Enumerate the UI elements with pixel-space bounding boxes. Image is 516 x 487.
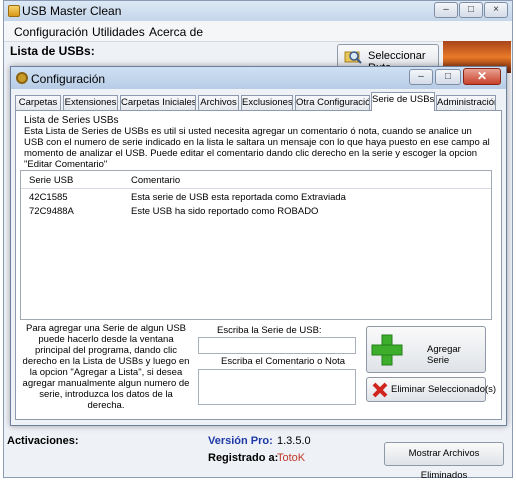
menu-acerca-de[interactable]: Acerca de [149,25,203,39]
delete-selected-label: Eliminar Seleccionado(s) [391,384,497,395]
tab-carpetas[interactable]: Carpetas [15,95,61,110]
tab-serie-de-usbs[interactable]: Serie de USBs [371,92,435,111]
menu-configuracion[interactable]: Configuración [14,25,88,39]
registered-value: TotoK [277,452,306,464]
tab-archivos[interactable]: Archivos [198,95,239,110]
main-titlebar: USB Master Clean – □ × [4,1,512,21]
minimize-button[interactable]: – [434,2,458,18]
description-text: Esta Lista de Series de USBs es util si … [24,126,490,170]
tab-extensiones[interactable]: Extensiones [63,95,118,110]
list-item[interactable]: 72C9488A Este USB ha sido reportado como… [23,206,483,219]
group-label: Lista de Series USBs [24,115,119,126]
list-header: Serie USB Comentario [21,171,491,189]
delete-x-icon [372,382,388,398]
menubar: Configuración Utilidades Acerca de [4,21,512,42]
dialog-maximize-button[interactable]: □ [435,69,461,85]
window-title: USB Master Clean [22,4,122,18]
dialog-title: Configuración [31,72,106,86]
comment-field[interactable] [198,369,356,405]
maximize-button[interactable]: □ [459,2,483,18]
column-header-serial[interactable]: Serie USB [29,175,73,186]
menu-utilidades[interactable]: Utilidades [92,25,145,39]
dialog-titlebar: Configuración – □ ✕ [11,67,506,89]
usb-icon [8,5,20,17]
add-serial-button[interactable]: Agregar Serie [366,326,486,373]
comment-field-label: Escriba el Comentario o Nota [221,356,346,367]
delete-selected-button[interactable]: Eliminar Seleccionado(s) [366,377,496,402]
close-button[interactable]: × [484,2,508,18]
plus-icon [371,334,403,366]
list-item-comment: Esta serie de USB esta reportada como Ex… [131,192,346,203]
list-item-serial: 42C1585 [29,192,68,203]
dialog-minimize-button[interactable]: – [409,69,433,85]
show-deleted-files-button[interactable]: Mostrar Archivos Eliminados [384,442,504,481]
registered-label: Registrado a: [208,452,279,464]
tab-otra-configuracion[interactable]: Otra Configuración [295,95,370,110]
select-path-button[interactable]: Seleccionar Ruta [337,44,439,74]
tab-exclusiones[interactable]: Exclusiones [241,95,293,110]
configuration-dialog: Configuración – □ ✕ Carpetas Extensiones… [10,66,507,426]
search-folder-icon [344,51,362,64]
list-item[interactable]: 42C1585 Esta serie de USB esta reportada… [23,192,483,205]
serial-field[interactable] [198,337,356,354]
activations-label: Activaciones: [7,435,79,447]
column-header-comment[interactable]: Comentario [131,175,180,186]
list-item-comment: Este USB ha sido reportado como ROBADO [131,206,319,217]
serial-list[interactable]: Serie USB Comentario 42C1585 Esta serie … [20,170,492,320]
serial-field-label: Escriba la Serie de USB: [217,325,322,336]
serie-usbs-panel: Lista de Series USBs Esta Lista de Serie… [15,110,502,420]
version-value: 1.3.5.0 [277,435,311,447]
version-label: Versión Pro: [208,435,273,447]
dialog-close-button[interactable]: ✕ [463,68,501,85]
help-text: Para agregar una Serie de algun USB pued… [22,323,190,411]
add-serial-label: Agregar Serie [427,344,461,366]
list-item-serial: 72C9488A [29,206,74,217]
tab-carpetas-iniciales[interactable]: Carpetas Iniciales [120,95,196,110]
usb-list-label: Lista de USBs: [10,44,95,58]
gear-icon [16,72,28,84]
tab-administracion[interactable]: Administración [436,95,496,110]
